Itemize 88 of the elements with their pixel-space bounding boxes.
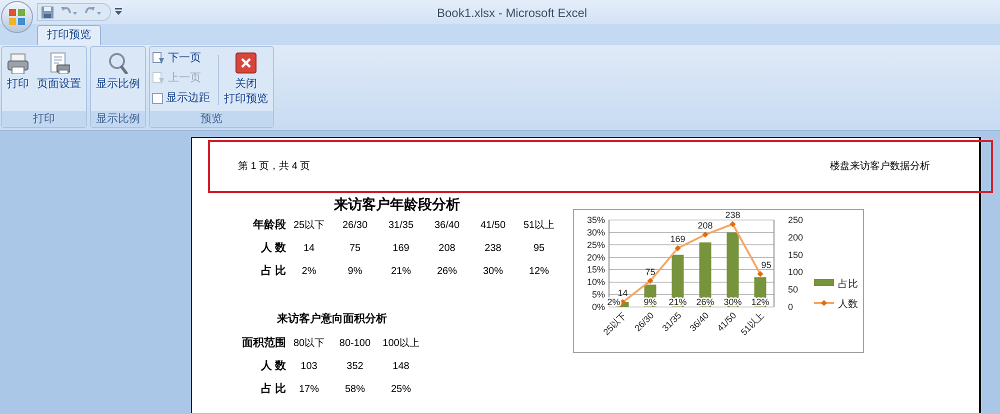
table-cell-text: 14 (302, 242, 316, 256)
checkbox[interactable]: 显示边距 (152, 90, 210, 107)
table-cell-text: 75 (348, 242, 362, 256)
axis-label: 150 (788, 250, 804, 260)
axis-label: 20% (586, 252, 605, 262)
table-title: 来访客户年龄段分析 (332, 195, 461, 214)
data-label: 238 (725, 210, 740, 220)
table-cell-text: 58% (344, 383, 366, 397)
table-cell-text: 26/30 (341, 219, 369, 233)
table-cell-text: 51以上 (522, 218, 556, 233)
table-cell-text: 80以下 (292, 336, 326, 351)
save-icon[interactable] (41, 6, 54, 18)
page-arrow-icon (152, 72, 165, 85)
page-arrow-icon (152, 52, 165, 65)
table-cell-text: 169 (392, 242, 410, 256)
data-label: 75 (645, 266, 656, 277)
table-cell-text: 21% (390, 265, 412, 279)
office-button[interactable] (1, 1, 33, 33)
data-marker (674, 245, 681, 252)
data-label: 169 (670, 234, 686, 244)
axis-label: 15% (586, 264, 605, 275)
axis-label: 0% (592, 302, 605, 312)
table-cell-text: 12% (528, 265, 550, 279)
row-header: 占 比 (260, 382, 286, 398)
ribbon-button[interactable]: 打印 (4, 49, 32, 92)
legend-label: 人数 (838, 299, 858, 310)
data-marker (730, 221, 736, 228)
legend-line-icon (814, 300, 834, 306)
group-label: 显示比例 (91, 111, 145, 127)
window-title: Book1.xlsx - Microsoft Excel (437, 5, 588, 22)
table-cell-text: 80-100 (338, 337, 372, 351)
customize-menu-icon[interactable] (115, 8, 122, 16)
axis-label: 35% (586, 215, 605, 225)
table-cell-text: 238 (484, 242, 502, 256)
close-icon (235, 52, 257, 74)
axis-label: 51以上 (738, 310, 766, 338)
axis-label: 100 (788, 267, 804, 278)
table-cell-text: 36/40 (433, 219, 461, 233)
data-label: 2% (607, 297, 620, 307)
axis-label: 10% (586, 277, 605, 288)
data-label: 95 (761, 260, 772, 270)
row-header: 面积范围 (241, 336, 286, 352)
row-header: 占 比 (260, 264, 286, 280)
legend-label: 占比 (838, 279, 858, 290)
table-title: 来访客户意向面积分析 (276, 312, 388, 327)
data-marker (620, 299, 626, 306)
ribbon-button[interactable]: 下一页 (152, 50, 210, 67)
axis-label: 30% (586, 227, 605, 238)
axis-label: 200 (788, 232, 804, 242)
axis-label: 25以下 (601, 310, 628, 338)
table-cell-text: 30% (482, 265, 504, 279)
table-cell-text: 100以上 (382, 336, 420, 351)
axis-label: 25% (586, 240, 605, 250)
table-cell-text: 148 (392, 360, 410, 374)
table-cell-text: 25以下 (292, 218, 326, 233)
header-text: 第 1 页，共 4 页 (238, 160, 310, 174)
table-cell-text: 2% (300, 265, 318, 279)
axis-label: 0 (788, 302, 794, 312)
group-label: 预览 (150, 111, 273, 127)
ribbon-button[interactable]: 显示比例 (93, 49, 143, 92)
group-label: 打印 (2, 111, 86, 127)
ribbon-button[interactable]: 页面设置 (34, 49, 84, 92)
table-cell-text: 103 (300, 360, 318, 374)
row-header: 年龄段 (252, 218, 286, 234)
table-cell-text: 26% (436, 265, 458, 279)
page-setup-icon (48, 52, 70, 74)
data-marker (702, 232, 708, 238)
axis-label: 250 (788, 215, 804, 225)
table-cell-text: 31/35 (387, 219, 415, 233)
table-cell-text: 95 (532, 242, 546, 256)
table-cell-text: 352 (346, 360, 364, 374)
ribbon-button[interactable]: 关闭 打印预览 (221, 49, 271, 107)
axis-label: 50 (788, 284, 798, 295)
ribbon-tab[interactable]: 打印预览 (37, 25, 101, 45)
data-label: 208 (698, 220, 713, 231)
office-logo-icon (8, 8, 26, 26)
header-text: 楼盘来访客户数据分析 (830, 160, 930, 174)
row-header: 人 数 (260, 241, 286, 256)
table-cell-text: 41/50 (479, 219, 507, 233)
table-cell-text: 208 (438, 242, 456, 256)
table-cell-text: 25% (390, 383, 412, 397)
printer-icon (7, 52, 29, 74)
table-cell-text: 9% (346, 265, 364, 279)
row-header: 人 数 (260, 359, 286, 374)
magnifier-icon (107, 52, 129, 74)
table-cell-text: 17% (298, 383, 320, 397)
axis-label: 5% (592, 290, 605, 300)
data-label: 14 (618, 288, 628, 298)
